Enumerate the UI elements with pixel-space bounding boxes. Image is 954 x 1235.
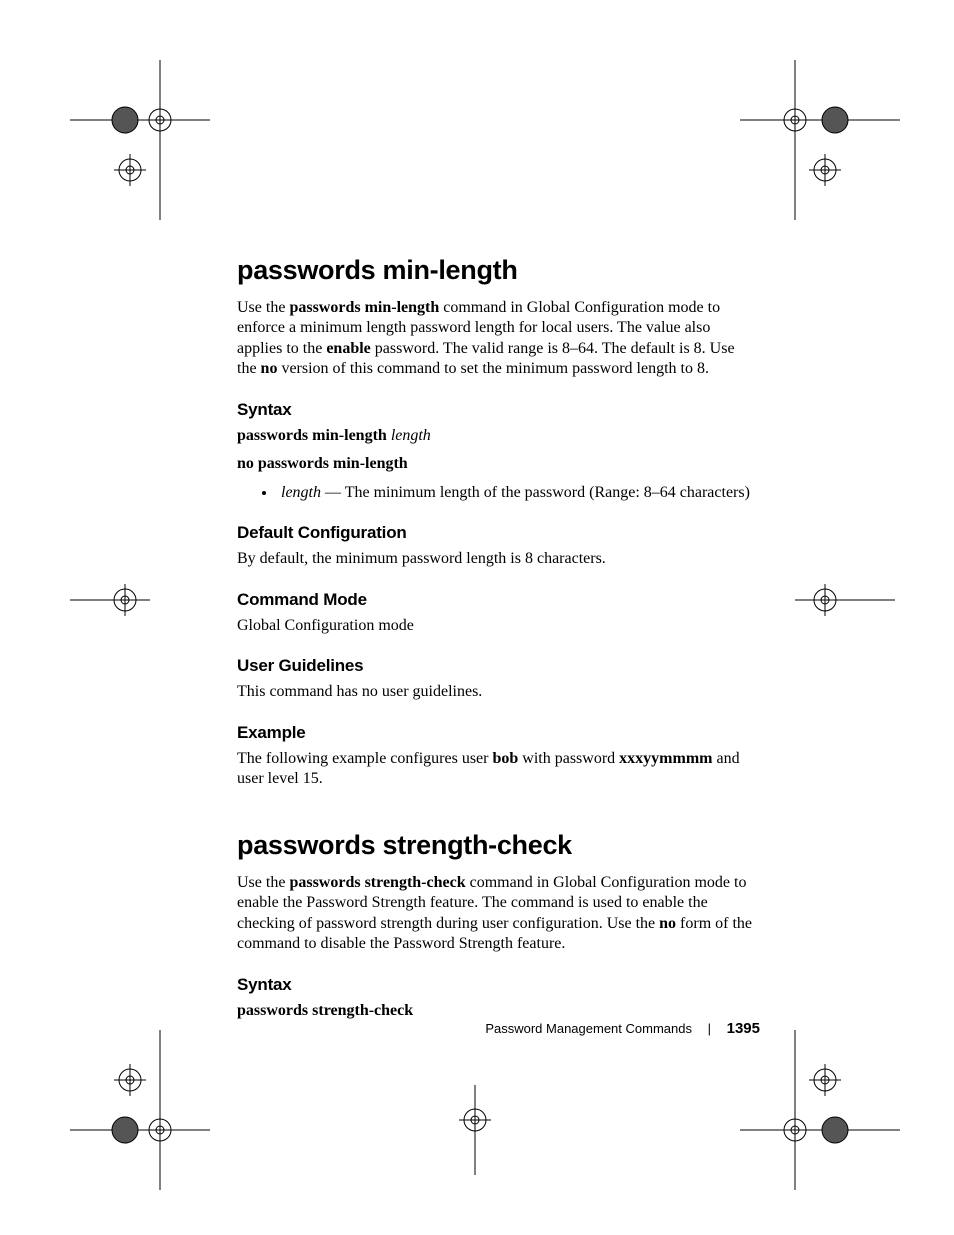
registration-mark-icon <box>440 1085 510 1175</box>
user-guidelines-text: This command has no user guidelines. <box>237 682 757 702</box>
registration-mark-icon <box>795 570 895 630</box>
intro-paragraph: Use the passwords strength-check command… <box>237 873 757 955</box>
example-heading: Example <box>237 723 757 743</box>
intro-paragraph: Use the passwords min-length command in … <box>237 298 757 380</box>
bold-text: passwords strength-check <box>289 874 465 891</box>
text: The following example configures user <box>237 750 492 767</box>
syntax-cmd: no passwords min-length <box>237 455 408 472</box>
default-configuration-heading: Default Configuration <box>237 523 757 543</box>
syntax-line: passwords strength-check <box>237 1001 757 1021</box>
text: Use the <box>237 299 289 316</box>
heading-passwords-strength-check: passwords strength-check <box>237 830 757 861</box>
registration-mark-icon <box>70 570 150 630</box>
user-guidelines-heading: User Guidelines <box>237 656 757 676</box>
syntax-line: passwords min-length length <box>237 426 757 446</box>
bold-text: no <box>659 915 676 932</box>
syntax-heading: Syntax <box>237 400 757 420</box>
bold-text: bob <box>492 750 518 767</box>
footer-separator: | <box>696 1021 723 1036</box>
syntax-heading: Syntax <box>237 975 757 995</box>
registration-mark-icon <box>740 1030 900 1190</box>
bold-text: xxxyymmmm <box>619 750 712 767</box>
syntax-line: no passwords min-length <box>237 454 757 474</box>
syntax-arg: length <box>391 427 431 444</box>
text: version of this command to set the minim… <box>277 360 709 377</box>
footer-section-name: Password Management Commands <box>485 1021 692 1036</box>
list-item: length — The minimum length of the passw… <box>277 483 757 503</box>
registration-mark-icon <box>70 60 210 220</box>
syntax-cmd: passwords strength-check <box>237 1002 413 1019</box>
bold-text: no <box>261 360 278 377</box>
syntax-cmd: passwords min-length <box>237 427 387 444</box>
command-mode-text: Global Configuration mode <box>237 616 757 636</box>
default-configuration-text: By default, the minimum password length … <box>237 549 757 569</box>
registration-mark-icon <box>70 1030 210 1190</box>
text: with password <box>518 750 619 767</box>
bold-text: enable <box>326 340 370 357</box>
text: Use the <box>237 874 289 891</box>
command-mode-heading: Command Mode <box>237 590 757 610</box>
arg-name: length <box>281 484 321 501</box>
page-content: passwords min-length Use the passwords m… <box>237 255 757 1029</box>
example-text: The following example configures user bo… <box>237 749 757 790</box>
heading-passwords-min-length: passwords min-length <box>237 255 757 286</box>
registration-mark-icon <box>740 60 900 220</box>
bold-text: passwords min-length <box>289 299 439 316</box>
text: — The minimum length of the password (Ra… <box>321 484 750 501</box>
syntax-bullet-list: length — The minimum length of the passw… <box>237 483 757 503</box>
